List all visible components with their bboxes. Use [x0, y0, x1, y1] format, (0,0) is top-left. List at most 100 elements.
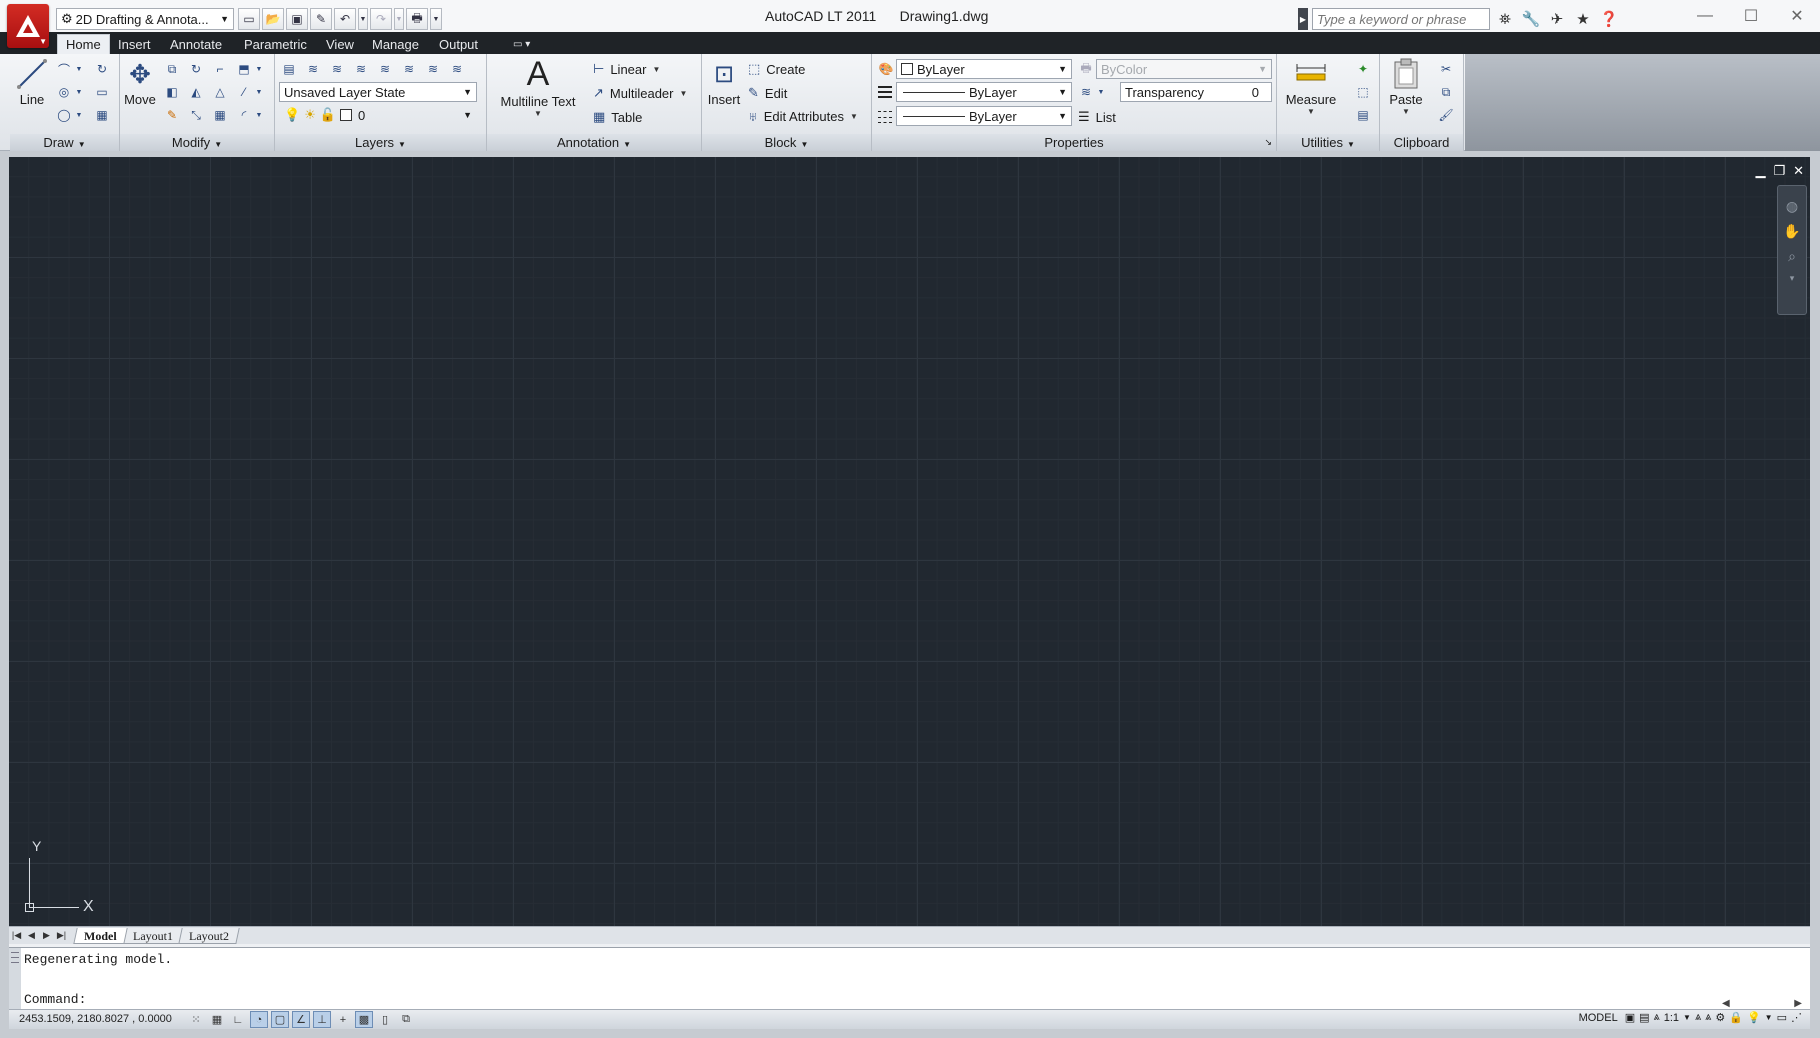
panel-title-properties[interactable]: Properties ↘ — [872, 134, 1276, 151]
plot-icon[interactable]: 🖶 — [406, 8, 428, 30]
copy-icon[interactable]: ⧉ — [162, 59, 182, 79]
paste-button[interactable]: Paste ▼ — [1384, 58, 1428, 116]
chevron-down-icon[interactable]: ▼ — [1683, 1013, 1691, 1022]
layer-properties-icon[interactable]: ▤ — [279, 59, 299, 79]
layer-freeze-icon[interactable]: ≋ — [423, 59, 443, 79]
isolate-objects-lightbulb-icon[interactable]: 💡 — [1747, 1011, 1761, 1024]
help-icon[interactable]: ❓ — [1598, 8, 1620, 30]
tab-home[interactable]: Home — [57, 34, 110, 54]
qat-customize-icon[interactable]: ▼ — [430, 8, 442, 30]
polyline-icon[interactable]: ⌒ — [54, 59, 74, 79]
line-button[interactable]: Line — [14, 58, 50, 107]
zoom-icon[interactable]: ⌕ — [1788, 248, 1796, 265]
command-scrollbar[interactable]: ◀ ▶ — [1722, 997, 1802, 1009]
new-icon[interactable]: ▭ — [238, 8, 260, 30]
edit-attributes-button[interactable]: ♅ Edit Attributes ▼ — [748, 109, 858, 124]
tab-annotate[interactable]: Annotate — [162, 34, 230, 54]
prev-tab-icon[interactable]: ◀ — [24, 930, 39, 941]
layer-previous-icon[interactable]: ≋ — [351, 59, 371, 79]
layout-tab-layout2[interactable]: Layout2 — [177, 927, 240, 944]
transparency-toggle-icon[interactable]: ▯ — [376, 1011, 394, 1028]
panel-title-modify[interactable]: Modify ▼ — [120, 134, 274, 151]
layout-tab-model[interactable]: Model — [73, 927, 128, 944]
transparency-field[interactable]: Transparency 0 — [1120, 82, 1272, 102]
chevron-down-icon[interactable]: ▼ — [1096, 82, 1106, 102]
model-space-label[interactable]: MODEL — [1576, 1012, 1621, 1024]
layer-dropdown[interactable]: 💡 ☀ 🔓 0 ▼ — [279, 105, 477, 125]
transparency-icon[interactable]: ≋ — [1076, 82, 1096, 102]
chevron-down-icon[interactable]: ▾ — [1790, 273, 1795, 284]
annotation-visibility-icon[interactable]: ⩓ — [1695, 1011, 1701, 1024]
drawing-canvas[interactable] — [9, 157, 1810, 926]
quick-properties-icon[interactable]: ⧉ — [397, 1011, 415, 1028]
close-icon[interactable]: ✕ — [1793, 163, 1804, 179]
otrack-icon[interactable]: ∠ — [292, 1011, 310, 1028]
stretch-icon[interactable]: ◧ — [162, 82, 182, 102]
cut-scissors-icon[interactable]: ✂ — [1436, 59, 1456, 79]
workspace-switcher[interactable]: ⚙ 2D Drafting & Annota... ▼ — [56, 8, 234, 30]
layer-isolate-icon[interactable]: ≋ — [375, 59, 395, 79]
ellipse-icon[interactable]: ◯ — [54, 105, 74, 125]
circle-icon[interactable]: ◎ — [54, 82, 74, 102]
workspace-switching-icon[interactable]: ⚙ — [1715, 1011, 1725, 1024]
linetype-dropdown[interactable]: ByLayer ▼ — [896, 106, 1072, 126]
search-input[interactable] — [1312, 8, 1490, 30]
next-tab-icon[interactable]: ▶ — [39, 930, 54, 941]
dialog-launcher-icon[interactable]: ↘ — [1264, 134, 1272, 151]
quick-view-layouts-icon[interactable]: ▣ — [1625, 1011, 1635, 1024]
application-menu-button[interactable]: ▼ — [7, 4, 49, 48]
chevron-down-icon[interactable]: ▼ — [254, 105, 264, 125]
mirror-icon[interactable]: ◭ — [186, 82, 206, 102]
polar-icon[interactable]: ◔ — [250, 1011, 268, 1028]
command-prompt[interactable]: Command: — [24, 992, 86, 1007]
create-block-button[interactable]: ⬚ Create — [748, 61, 805, 77]
scale-icon[interactable]: ⤡ — [186, 105, 206, 125]
redo-dropdown-icon[interactable]: ▼ — [394, 8, 404, 30]
lineweight-dropdown[interactable]: ByLayer ▼ — [896, 82, 1072, 102]
chevron-down-icon[interactable]: ▼ — [74, 82, 84, 102]
command-grip[interactable] — [9, 948, 21, 1010]
pencil-icon[interactable]: ✎ — [162, 105, 182, 125]
lock-icon[interactable]: 🔒 — [1729, 1011, 1743, 1024]
quick-view-drawings-icon[interactable]: ▤ — [1639, 1011, 1649, 1024]
ribbon-minimize-toggle-icon[interactable]: ▭ ▾ — [505, 34, 538, 54]
panel-title-clipboard[interactable]: Clipboard — [1380, 134, 1463, 151]
binoculars-icon[interactable]: ⛯ — [1494, 8, 1516, 30]
layer-off-icon[interactable]: ≋ — [447, 59, 467, 79]
subscription-icon[interactable]: 🔧 — [1520, 8, 1542, 30]
tab-insert[interactable]: Insert — [110, 34, 159, 54]
panel-title-annotation[interactable]: Annotation ▼ — [487, 134, 701, 151]
select-all-icon[interactable]: ⬚ — [1353, 82, 1373, 102]
scroll-right-icon[interactable]: ▶ — [1794, 998, 1802, 1009]
layer-make-current-icon[interactable]: ≋ — [303, 59, 323, 79]
color-dropdown[interactable]: ByLayer ▼ — [896, 59, 1072, 79]
table-button[interactable]: ▦ Table — [593, 109, 642, 125]
hatch-icon[interactable]: ▦ — [92, 105, 112, 125]
open-icon[interactable]: 📂 — [262, 8, 284, 30]
grid-icon[interactable]: ▦ — [208, 1011, 226, 1028]
multiline-text-button[interactable]: A Multiline Text ▼ — [495, 55, 581, 119]
resize-grip-icon[interactable]: ⋰ — [1791, 1011, 1802, 1024]
tab-parametric[interactable]: Parametric — [236, 34, 315, 54]
snap-icon[interactable]: ⁙ — [187, 1011, 205, 1028]
redo-icon[interactable]: ↷ — [370, 8, 392, 30]
copy-clip-icon[interactable]: ⧉ — [1436, 82, 1456, 102]
fillet-icon[interactable]: ◜ — [234, 105, 254, 125]
chevron-down-icon[interactable]: ▼ — [74, 59, 84, 79]
restore-icon[interactable]: ❐ — [1773, 163, 1785, 179]
minimize-icon[interactable]: ▁ — [1755, 163, 1765, 179]
break-icon[interactable]: ⁄ — [234, 82, 254, 102]
chevron-down-icon[interactable]: ▼ — [1765, 1013, 1773, 1022]
layer-unisolate-icon[interactable]: ≋ — [399, 59, 419, 79]
insert-block-button[interactable]: ⊡ Insert — [706, 58, 742, 108]
edit-block-button[interactable]: ✎ Edit — [748, 85, 787, 101]
coordinate-display[interactable]: 2453.1509, 2180.8027 , 0.0000 — [19, 1013, 172, 1025]
undo-icon[interactable]: ↶ — [334, 8, 356, 30]
panel-title-layers[interactable]: Layers ▼ — [275, 134, 486, 151]
match-properties-brush-icon[interactable]: 🖌 — [1436, 105, 1456, 125]
scroll-left-icon[interactable]: ◀ — [1722, 998, 1730, 1009]
rotate-icon[interactable]: ↻ — [186, 59, 206, 79]
undo-dropdown-icon[interactable]: ▼ — [358, 8, 368, 30]
auto-scale-icon[interactable]: ⩓ — [1705, 1011, 1711, 1024]
ortho-icon[interactable]: ∟ — [229, 1011, 247, 1028]
